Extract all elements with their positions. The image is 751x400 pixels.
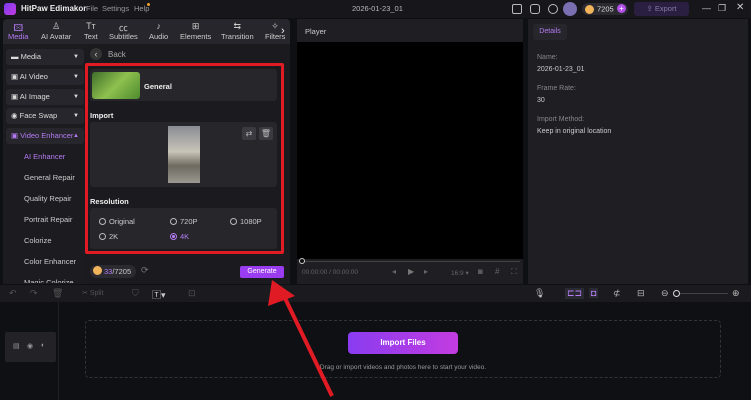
arrow-shaft bbox=[282, 295, 334, 397]
annotation-arrow bbox=[268, 280, 334, 397]
arrow-head bbox=[268, 280, 295, 306]
